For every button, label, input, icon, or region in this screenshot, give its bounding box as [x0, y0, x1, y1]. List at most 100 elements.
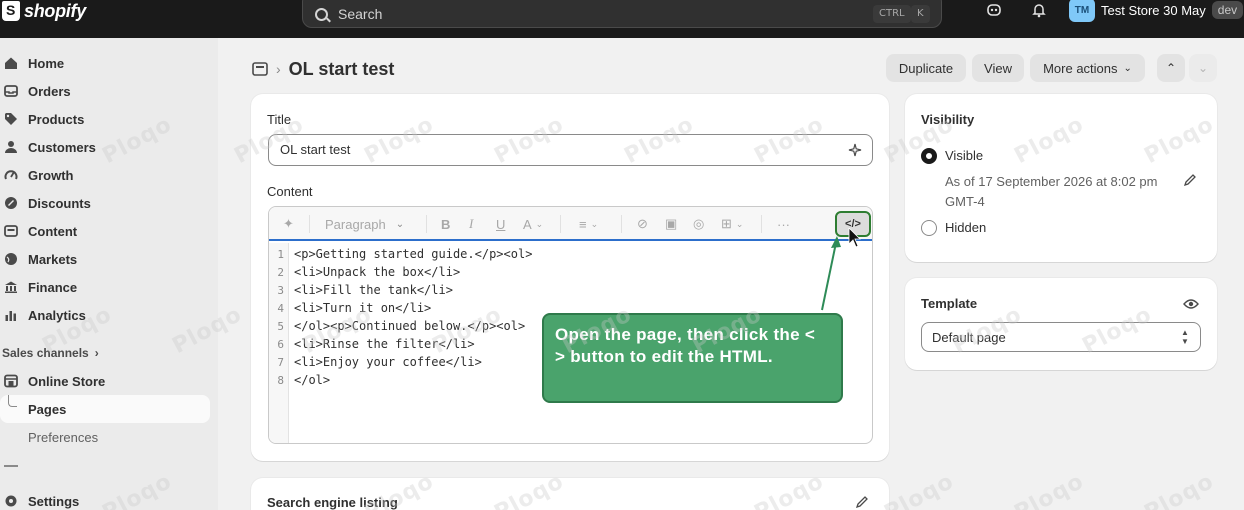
shopping-bag-icon	[2, 1, 20, 21]
sparkle-icon[interactable]	[848, 143, 862, 157]
code-line[interactable]: 6 <li>Rinse the filter</li>	[269, 337, 474, 355]
watermark: Ploqo	[1140, 468, 1219, 510]
sidebar-item-preferences[interactable]: Preferences	[0, 423, 210, 451]
more-options-icon[interactable]: ···	[777, 216, 790, 232]
sidebar-item-home[interactable]: Home	[0, 49, 210, 77]
title-label: Title	[267, 112, 292, 127]
search-icon	[315, 7, 328, 21]
code-line[interactable]: 4 <li>Turn it on</li>	[269, 301, 431, 319]
video-icon[interactable]: ◎	[693, 216, 704, 232]
eye-icon[interactable]	[1183, 297, 1199, 311]
line-number: 1	[277, 248, 284, 261]
pencil-icon[interactable]	[1183, 173, 1197, 187]
toolbar-divider	[621, 215, 622, 233]
bank-icon	[4, 280, 18, 294]
content-label: Content	[267, 184, 313, 199]
hidden-label[interactable]: Hidden	[945, 220, 986, 235]
bell-icon[interactable]	[1031, 2, 1047, 18]
watermark: Ploqo	[1010, 468, 1089, 510]
store-menu[interactable]: TM Test Store 30 May dev	[1069, 0, 1244, 22]
line-number: 7	[277, 356, 284, 369]
visible-radio[interactable]	[921, 148, 937, 164]
view-button[interactable]: View	[972, 54, 1024, 82]
toolbar-divider	[309, 215, 310, 233]
line-number: 4	[277, 302, 284, 315]
code-text: <li>Turn it on</li>	[294, 301, 432, 315]
watermark: Ploqo	[880, 468, 959, 510]
shopify-logo[interactable]: shopify	[2, 0, 86, 22]
sidebar-item-finance[interactable]: Finance	[0, 273, 210, 301]
next-page-button[interactable]: ⌄	[1189, 54, 1217, 82]
duplicate-button[interactable]: Duplicate	[886, 54, 966, 82]
chevron-up-icon: ⌃	[1165, 61, 1177, 75]
toolbar-divider	[560, 215, 561, 233]
more-actions-button[interactable]: More actions ⌄	[1030, 54, 1145, 82]
hidden-radio[interactable]	[921, 220, 937, 236]
more-actions-label: More actions	[1043, 60, 1118, 76]
underline-icon[interactable]: U	[496, 216, 505, 232]
sales-channels-header[interactable]: Sales channels ›	[2, 346, 99, 360]
person-icon	[4, 140, 18, 154]
code-line[interactable]: 8 </ol>	[269, 373, 330, 391]
code-text: </ol><p>Continued below.</p><ol>	[294, 319, 526, 333]
template-select[interactable]: Default page ▲ ▼	[921, 322, 1201, 352]
sidebar-item-growth[interactable]: Growth	[0, 161, 210, 189]
bold-icon[interactable]: B	[441, 216, 450, 232]
top-bar: shopify Search CTRL K TM Test Store 30 M…	[0, 0, 1244, 38]
code-text: <li>Unpack the box</li>	[294, 265, 461, 279]
toolbar-divider	[426, 215, 427, 233]
chevron-right-icon: ›	[94, 346, 99, 360]
sidebar-item-label: Settings	[28, 493, 80, 509]
shortcut-ctrl: CTRL	[873, 5, 911, 23]
sidebar-item-label: Preferences	[28, 429, 99, 445]
sales-channels-label: Sales channels	[2, 346, 89, 360]
code-text: <li>Enjoy your coffee</li>	[294, 355, 482, 369]
gear-icon	[4, 494, 18, 508]
italic-icon[interactable]: I	[469, 216, 473, 232]
pencil-icon[interactable]	[855, 495, 869, 509]
sparkle-icon[interactable]: ✦	[283, 216, 294, 232]
sidebar-item-discounts[interactable]: Discounts	[0, 189, 210, 217]
text-color-icon[interactable]: A ⌄	[523, 216, 543, 232]
home-icon	[4, 56, 18, 70]
table-icon[interactable]: ⊞ ⌄	[721, 216, 743, 232]
sidebar: Home Orders Products Customers Growth Di…	[0, 38, 218, 510]
sidebar-item-customers[interactable]: Customers	[0, 133, 210, 161]
sidebar-item-label: Growth	[28, 167, 74, 183]
code-line[interactable]: 7 <li>Enjoy your coffee</li>	[269, 355, 482, 373]
store-name: Test Store 30 May	[1101, 2, 1206, 18]
sidebar-item-pages[interactable]: Pages	[0, 395, 210, 423]
previous-page-button[interactable]: ⌃	[1157, 54, 1185, 82]
title-input[interactable]: OL start test	[268, 134, 873, 166]
breadcrumb: › OL start test	[252, 56, 394, 82]
visible-date: As of 17 September 2026 at 8:02 pm GMT-4	[945, 174, 1158, 209]
code-line[interactable]: 2 <li>Unpack the box</li>	[269, 265, 460, 283]
link-icon[interactable]: ⊘	[637, 216, 648, 232]
sidekick-icon[interactable]	[986, 2, 1002, 18]
select-chevron-icon: ▲ ▼	[1181, 328, 1189, 346]
sidebar-item-products[interactable]: Products	[0, 105, 210, 133]
code-line[interactable]: 3 <li>Fill the tank</li>	[269, 283, 453, 301]
align-icon[interactable]: ≡ ⌄	[579, 216, 598, 232]
sidebar-item-orders[interactable]: Orders	[0, 77, 210, 105]
sidebar-item-label: Online Store	[28, 373, 106, 389]
editor-toolbar: ✦ Paragraph ⌄ B I U A ⌄ ≡ ⌄ ⊘ ▣ ◎ ⊞ ⌄ ··· <…	[269, 207, 872, 241]
paragraph-select[interactable]: Paragraph ⌄	[325, 216, 404, 232]
chevron-right-icon: ›	[276, 61, 281, 77]
sidebar-item-label: Orders	[28, 83, 71, 99]
gauge-icon	[4, 168, 18, 182]
content-icon[interactable]	[252, 62, 268, 76]
tree-connector	[8, 395, 17, 407]
sidebar-item-markets[interactable]: Markets	[0, 245, 210, 273]
image-icon[interactable]: ▣	[665, 216, 677, 232]
sidebar-item-content[interactable]: Content	[0, 217, 210, 245]
code-line[interactable]: 1 <p>Getting started guide.</p><ol>	[269, 247, 532, 265]
search-input[interactable]: Search CTRL K	[302, 0, 942, 28]
sidebar-item-analytics[interactable]: Analytics	[0, 301, 210, 329]
sidebar-item-label: Products	[28, 111, 85, 127]
tag-icon	[4, 112, 18, 126]
code-line[interactable]: 5 </ol><p>Continued below.</p><ol>	[269, 319, 525, 337]
sidebar-item-online-store[interactable]: Online Store	[0, 367, 210, 395]
sidebar-item-settings[interactable]: Settings	[0, 487, 210, 510]
visible-label[interactable]: Visible	[945, 148, 983, 163]
